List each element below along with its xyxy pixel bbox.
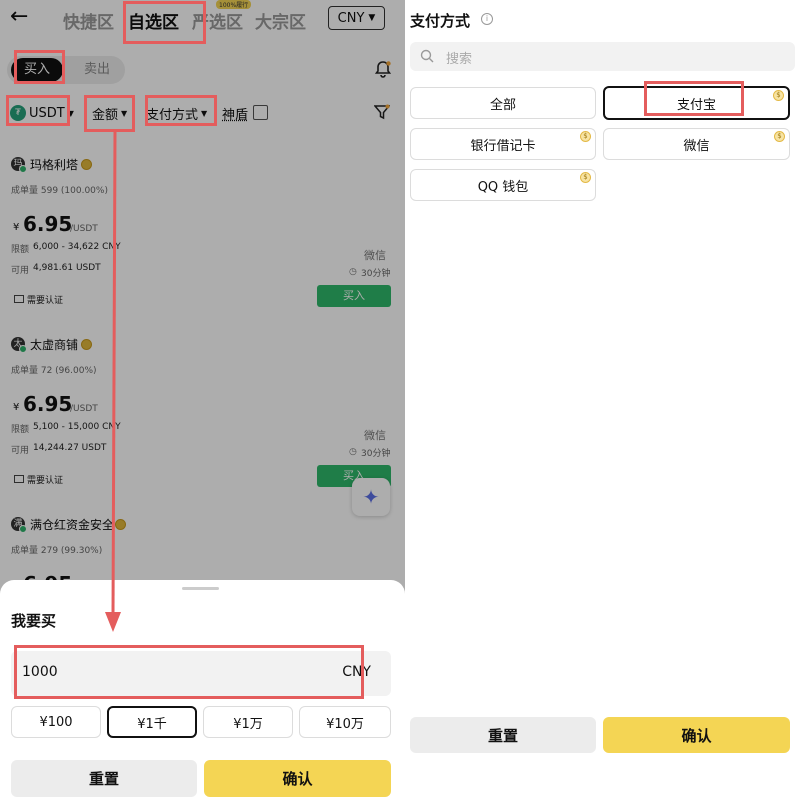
quick-amount-chip[interactable]: ¥100 (11, 706, 101, 738)
verified-badge-icon (81, 339, 92, 350)
amount-sheet: 我要买 1000 CNY ¥100 ¥1千 ¥1万 ¥10万 重置 确认 (0, 580, 405, 803)
sell-tab[interactable]: 卖出 (72, 58, 122, 82)
pay-time: 30分钟 (361, 269, 391, 279)
available-value: 14,244.27 USDT (33, 443, 107, 453)
sheet-title: 我要买 (11, 612, 57, 630)
verified-badge-icon (81, 159, 92, 170)
amount-input-value: 1000 (22, 664, 58, 680)
quick-amount-chip[interactable]: ¥10万 (299, 706, 391, 738)
annotation-arrow (105, 132, 121, 632)
verify-label: 需要认证 (27, 476, 64, 486)
clock-icon: ◷ (349, 267, 357, 277)
merchant-name[interactable]: 玛格利塔 (30, 156, 78, 173)
amount-input[interactable]: 1000 CNY (11, 651, 391, 696)
ai-assistant-button[interactable]: ✦ (352, 478, 390, 516)
tab-selected-badge: 100%履行 (216, 0, 252, 9)
coin-badge-icon: $ (773, 90, 784, 101)
panel-title: 支付方式 (410, 12, 471, 30)
coin-label: USDT (29, 105, 65, 121)
available-label: 可用 (11, 266, 30, 276)
shield-checkbox[interactable] (253, 105, 268, 120)
clock-icon: ◷ (349, 447, 357, 457)
coin-filter[interactable]: ₮ USDT ▼ (10, 102, 74, 124)
tab-selected[interactable]: 严选区 (192, 8, 243, 33)
tab-custom[interactable]: 自选区 (128, 8, 179, 33)
filter-icon[interactable] (373, 104, 391, 120)
info-icon[interactable]: i (481, 13, 493, 25)
price-unit: /USDT (70, 404, 98, 414)
quick-amount-chip[interactable]: ¥1千 (107, 706, 197, 738)
caret-down-icon: ▼ (121, 108, 128, 118)
payment-method-debit-card[interactable]: 银行借记卡 $ (410, 128, 596, 160)
merchant-card: 玛 玛格利塔 成单量 599 (100.00%) ¥ 6.95 /USDT 限额… (0, 150, 405, 320)
search-placeholder: 搜索 (446, 52, 473, 67)
avatar: 太 (11, 337, 27, 353)
payment-label: 支付方式 (146, 107, 199, 123)
caret-down-icon: ▼ (368, 13, 376, 23)
verify-label: 需要认证 (27, 296, 64, 306)
price-symbol: ¥ (13, 402, 20, 413)
merchant-stats: 成单量 72 (96.00%) (11, 366, 97, 376)
price-symbol: ¥ (13, 222, 20, 233)
id-card-icon (14, 475, 24, 483)
caret-down-icon: ▼ (67, 108, 74, 118)
merchant-name[interactable]: 太虚商铺 (30, 336, 78, 353)
amount-filter[interactable]: 金额 ▼ (92, 102, 127, 124)
price: 6.95 (23, 392, 73, 416)
payment-method-label: 微信 (683, 138, 710, 154)
limit-label: 限额 (11, 245, 30, 255)
shield-label: 神盾 (222, 108, 249, 123)
price: 6.95 (23, 212, 73, 236)
tab-bulk[interactable]: 大宗区 (255, 8, 306, 33)
reset-button[interactable]: 重置 (11, 760, 197, 797)
bell-icon[interactable] (374, 60, 392, 78)
sheet-handle[interactable] (182, 587, 219, 590)
search-icon (420, 48, 434, 63)
back-icon[interactable]: ← (10, 6, 34, 30)
caret-down-icon: ▼ (201, 108, 208, 118)
payment-method-label: 全部 (489, 97, 516, 113)
payment-method: 微信 (364, 429, 386, 442)
coin-badge-icon: $ (580, 131, 591, 142)
currency-select[interactable]: CNY ▼ (328, 6, 385, 30)
available-label: 可用 (11, 446, 30, 456)
payment-method-label: 支付宝 (676, 97, 716, 113)
reset-button[interactable]: 重置 (410, 717, 596, 753)
id-card-icon (14, 295, 24, 303)
merchant-stats: 成单量 599 (100.00%) (11, 186, 108, 196)
available-value: 4,981.61 USDT (33, 263, 101, 273)
left-panel: ← 快捷区 自选区 严选区 100%履行 大宗区 CNY ▼ 买入 卖出 ₮ U… (0, 0, 405, 803)
payment-method-label: QQ 钱包 (477, 179, 529, 195)
payment-filter[interactable]: 支付方式 ▼ (146, 102, 207, 124)
pay-time: 30分钟 (361, 449, 391, 459)
tab-quick[interactable]: 快捷区 (63, 8, 114, 33)
payment-method-label: 银行借记卡 (470, 138, 536, 154)
payment-method-qq-wallet[interactable]: QQ 钱包 $ (410, 169, 596, 201)
search-input[interactable]: 搜索 (410, 42, 795, 71)
right-panel: 支付方式 i 搜索 全部 支付宝 $ 银行借记卡 $ 微信 $ QQ 钱包 $ … (405, 0, 800, 803)
coin-badge-icon: $ (580, 172, 591, 183)
limit-label: 限额 (11, 425, 30, 435)
confirm-button[interactable]: 确认 (204, 760, 391, 797)
avatar: 玛 (11, 157, 27, 173)
avatar: 满 (11, 517, 27, 533)
price-unit: /USDT (70, 224, 98, 234)
confirm-button[interactable]: 确认 (603, 717, 790, 753)
amount-label: 金额 (92, 107, 119, 123)
currency-label: CNY (337, 10, 365, 26)
payment-method-wechat[interactable]: 微信 $ (603, 128, 790, 160)
buy-button[interactable]: 买入 (317, 285, 391, 307)
merchant-card: 太 太虚商铺 成单量 72 (96.00%) ¥ 6.95 /USDT 限额 5… (0, 330, 405, 500)
payment-method-alipay[interactable]: 支付宝 $ (603, 86, 790, 120)
coin-badge-icon: $ (774, 131, 785, 142)
payment-method-all[interactable]: 全部 (410, 87, 596, 119)
merchant-stats: 成单量 279 (99.30%) (11, 546, 103, 556)
buy-tab[interactable]: 买入 (11, 58, 63, 82)
quick-amount-chip[interactable]: ¥1万 (203, 706, 293, 738)
payment-method: 微信 (364, 249, 386, 262)
sparkle-icon: ✦ (362, 485, 380, 509)
usdt-icon: ₮ (10, 105, 26, 121)
amount-input-currency: CNY (342, 664, 371, 680)
